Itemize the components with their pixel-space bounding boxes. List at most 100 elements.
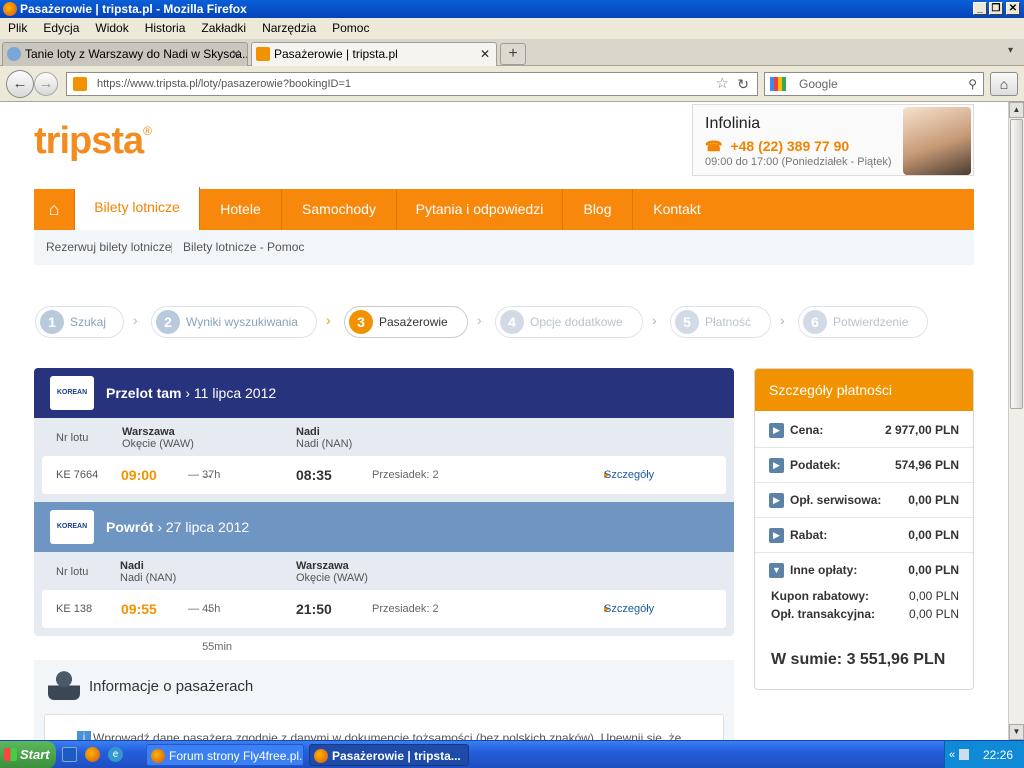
show-desktop-icon[interactable]	[62, 747, 77, 762]
sub-nav: Rezerwuj bilety lotnicze | Bilety lotnic…	[34, 230, 974, 265]
to-airport: Okęcie (WAW)	[296, 572, 368, 584]
tab-skyscanner[interactable]: Tanie loty z Warszawy do Nadi w Skysca..…	[2, 42, 248, 66]
nav-hotele[interactable]: Hotele	[200, 189, 282, 230]
subnav-pomoc[interactable]: Bilety lotnicze - Pomoc	[183, 230, 304, 265]
nav-samochody[interactable]: Samochody	[282, 189, 397, 230]
scroll-up-arrow-icon[interactable]: ▲	[1009, 102, 1024, 118]
outbound-date: › 11 lipca 2012	[185, 385, 277, 401]
flight-number: KE 138	[56, 603, 93, 615]
payment-row-cena[interactable]: ▶ Cena: 2 977,00 PLN	[755, 413, 973, 448]
nav-blog[interactable]: Blog	[563, 189, 633, 230]
payment-label: Podatek:	[790, 458, 841, 472]
step-label: Płatność	[705, 315, 752, 329]
tray-expand-icon[interactable]: «	[949, 741, 955, 768]
tab-close-icon[interactable]: ✕	[231, 43, 241, 65]
tab-close-icon[interactable]: ✕	[480, 43, 490, 65]
payment-label: Cena:	[790, 423, 824, 437]
payment-row-podatek[interactable]: ▶ Podatek: 574,96 PLN	[755, 448, 973, 483]
phone-icon: ☎	[705, 138, 723, 154]
payment-summary: Szczegóły płatności ▶ Cena: 2 977,00 PLN ▶…	[754, 368, 974, 690]
menu-pomoc[interactable]: Pomoc	[332, 21, 369, 35]
forward-button[interactable]: →	[34, 72, 58, 96]
logo-text: tripsta	[34, 120, 144, 162]
search-input[interactable]: Google ⚲	[764, 72, 984, 96]
task-fly4free[interactable]: Forum strony Fly4free.pl...	[146, 744, 304, 766]
google-icon	[770, 77, 786, 91]
payment-value: 0,00 PLN	[908, 607, 959, 621]
collapse-arrow-icon[interactable]: ▼	[769, 563, 784, 578]
new-tab-button[interactable]: +	[500, 43, 526, 65]
outbound-title: Przelot tam	[106, 385, 182, 401]
nav-pytania[interactable]: Pytania i odpowiedzi	[397, 189, 563, 230]
step-number: 5	[675, 310, 699, 334]
payment-label: Opł. transakcyjna:	[771, 607, 876, 621]
bookmark-star-icon[interactable]: ☆	[716, 73, 729, 95]
expand-arrow-icon[interactable]: ▶	[769, 458, 784, 473]
expand-arrow-icon[interactable]: ▶	[769, 528, 784, 543]
expand-arrow-icon[interactable]: ▶	[769, 423, 784, 438]
tab-tripsta[interactable]: Pasażerowie | tripsta.pl ✕	[251, 42, 497, 67]
maximize-button[interactable]: ❐	[989, 2, 1003, 15]
scroll-down-arrow-icon[interactable]: ▼	[1009, 724, 1024, 740]
back-button[interactable]: ←	[6, 70, 34, 98]
payment-label: Rabat:	[790, 528, 828, 542]
col-from: Nadi Nadi (NAN)	[120, 560, 176, 584]
subnav-divider: |	[170, 240, 174, 254]
search-placeholder: Google	[799, 77, 838, 91]
payment-row-serwisowa[interactable]: ▶ Opł. serwisowa: 0,00 PLN	[755, 483, 973, 518]
step-label: Szukaj	[70, 315, 107, 329]
payment-title: Szczegóły płatności	[755, 369, 973, 411]
nav-kontakt[interactable]: Kontakt	[633, 189, 721, 230]
search-icon[interactable]: ⚲	[968, 73, 977, 95]
tab-list-icon[interactable]: ▾	[1008, 45, 1013, 56]
subnav-rezerwuj[interactable]: Rezerwuj bilety lotnicze	[46, 230, 171, 265]
menu-plik[interactable]: Plik	[8, 21, 27, 35]
menu-edycja[interactable]: Edycja	[43, 21, 79, 35]
network-icon[interactable]	[959, 749, 969, 760]
flight-duration: — 45h 55min →	[188, 590, 232, 653]
passenger-icon	[48, 668, 80, 700]
scroll-thumb[interactable]	[1010, 119, 1023, 409]
home-nav-icon[interactable]: ⌂	[34, 189, 75, 230]
start-button[interactable]: Start	[0, 741, 56, 768]
korean-air-logo: KOREAN AIR	[50, 510, 94, 564]
menu-zakladki[interactable]: Zakładki	[201, 21, 246, 35]
step-arrow-icon: ›	[133, 312, 138, 328]
outbound-title-line: Przelot tam › 11 lipca 2012	[106, 368, 276, 418]
menu-widok[interactable]: Widok	[95, 21, 128, 35]
col-to: Warszawa Okęcie (WAW)	[296, 560, 368, 584]
payment-row-inne[interactable]: ▼ Inne opłaty: 0,00 PLN	[755, 553, 973, 588]
step-label: Opcje dodatkowe	[530, 315, 623, 329]
close-button[interactable]: ✕	[1006, 2, 1020, 15]
payment-total: W sumie: 3 551,96 PLN	[771, 651, 946, 668]
infolinia-hours: 09:00 do 17:00 (Poniedziałek - Piątek)	[705, 156, 892, 168]
logo-registered-mark: ®	[143, 124, 152, 138]
step-number: 4	[500, 310, 524, 334]
menu-historia[interactable]: Historia	[145, 21, 186, 35]
ie-quicklaunch-icon[interactable]: e	[108, 747, 123, 762]
minimize-button[interactable]: _	[973, 2, 987, 15]
return-title: Powrót	[106, 519, 154, 535]
nav-bilety-lotnicze[interactable]: Bilety lotnicze	[75, 187, 200, 230]
taskbar: Start e Forum strony Fly4free.pl... Pasa…	[0, 740, 1024, 768]
payment-value: 0,00 PLN	[908, 589, 959, 603]
step-wyniki[interactable]: 2 Wyniki wyszukiwania	[151, 306, 317, 338]
reload-icon[interactable]: ↻	[737, 73, 749, 95]
consultant-avatar	[903, 107, 971, 175]
menu-narzedzia[interactable]: Narzędzia	[262, 21, 316, 35]
firefox-quicklaunch-icon[interactable]	[85, 747, 100, 762]
step-szukaj[interactable]: 1 Szukaj	[35, 306, 124, 338]
window-titlebar: Pasażerowie | tripsta.pl - Mozilla Firef…	[0, 0, 1024, 18]
page-scrollbar[interactable]: ▲ ▼	[1008, 102, 1024, 740]
tripsta-logo[interactable]: tripsta®	[34, 120, 152, 163]
task-label: Forum strony Fly4free.pl...	[169, 749, 304, 763]
payment-label: Opł. serwisowa:	[790, 493, 882, 507]
info-icon: i	[77, 731, 91, 740]
payment-row-rabat[interactable]: ▶ Rabat: 0,00 PLN	[755, 518, 973, 553]
expand-arrow-icon[interactable]: ▶	[769, 493, 784, 508]
firefox-icon	[3, 2, 17, 16]
home-button[interactable]: ⌂	[990, 72, 1018, 96]
url-bar[interactable]: https://www.tripsta.pl/loty/pasazerowie?…	[66, 72, 758, 96]
task-tripsta[interactable]: Pasażerowie | tripsta...	[309, 744, 469, 766]
step-number: 6	[803, 310, 827, 334]
